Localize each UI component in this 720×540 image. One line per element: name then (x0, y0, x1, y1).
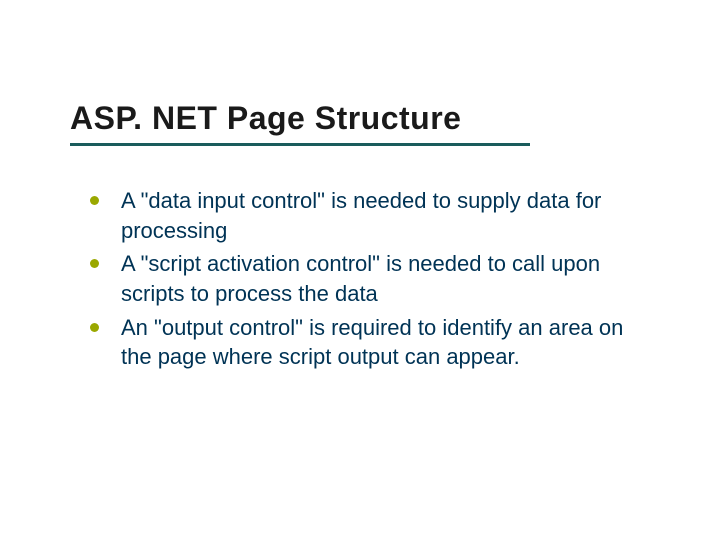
slide-title: ASP. NET Page Structure (70, 100, 660, 137)
slide: ASP. NET Page Structure A "data input co… (0, 0, 720, 540)
bullet-icon (90, 196, 99, 205)
bullet-icon (90, 323, 99, 332)
list-item: A "data input control" is needed to supp… (90, 186, 660, 245)
bullet-text: A "script activation control" is needed … (121, 249, 660, 308)
bullet-list: A "data input control" is needed to supp… (70, 186, 660, 372)
bullet-icon (90, 259, 99, 268)
list-item: A "script activation control" is needed … (90, 249, 660, 308)
bullet-text: An "output control" is required to ident… (121, 313, 660, 372)
list-item: An "output control" is required to ident… (90, 313, 660, 372)
bullet-text: A "data input control" is needed to supp… (121, 186, 660, 245)
title-underline (70, 143, 530, 146)
